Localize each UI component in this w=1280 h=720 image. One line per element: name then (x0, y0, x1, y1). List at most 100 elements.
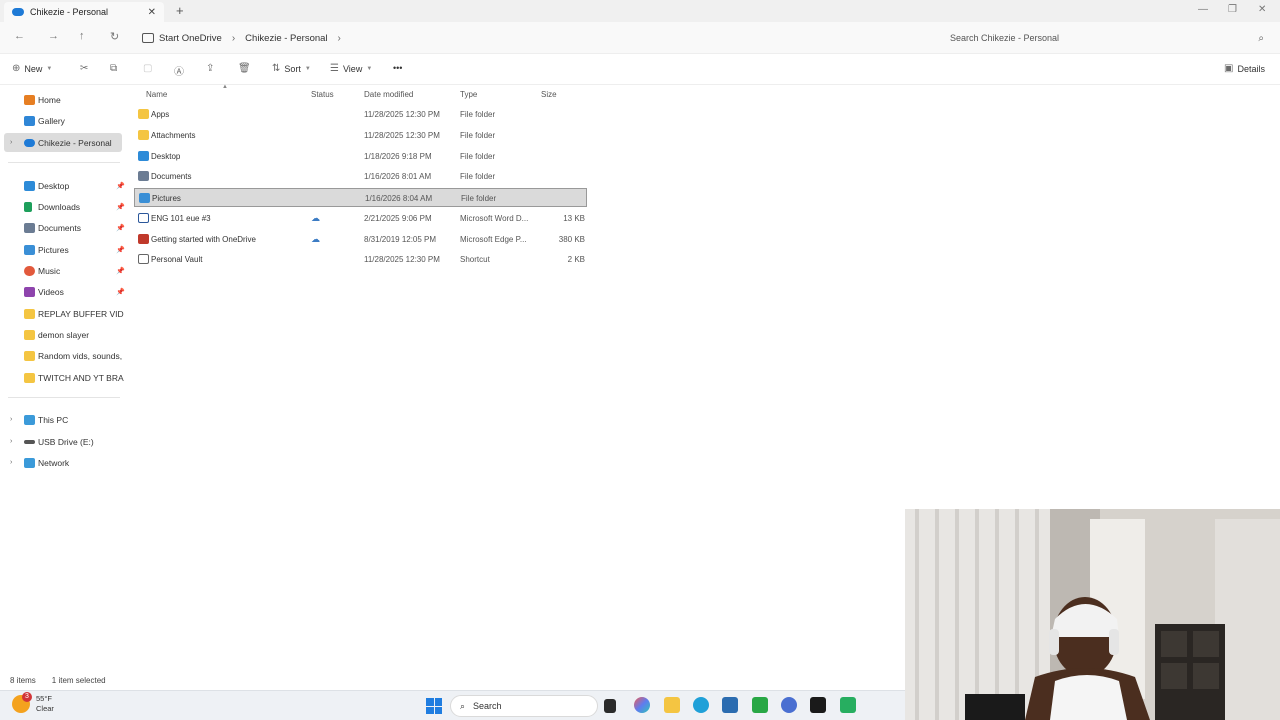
sidebar-item-random-vids[interactable]: Random vids, sounds, pi (4, 346, 124, 365)
minimize-button[interactable]: — (1198, 4, 1208, 15)
maximize-button[interactable]: ❐ (1228, 4, 1237, 15)
sidebar-item-documents[interactable]: Documents 📌 (4, 218, 125, 237)
sidebar-item-home[interactable]: Home (4, 90, 122, 109)
sidebar-item-network[interactable]: › Network (4, 453, 122, 472)
sidebar-item-chikezie-personal[interactable]: › Chikezie - Personal (4, 133, 122, 152)
table-row[interactable]: Getting started with OneDrive ☁ 8/31/201… (134, 230, 587, 249)
column-header-type[interactable]: Type (460, 90, 477, 99)
pin-icon[interactable]: 📌 (116, 182, 125, 190)
new-button[interactable]: ⊕ New ▼ (12, 63, 52, 74)
copy-icon[interactable]: ⧉ (110, 63, 117, 74)
table-row[interactable]: ENG 101 eue #3 ☁ 2/21/2025 9:06 PM Micro… (134, 209, 587, 228)
chevron-down-icon: ▼ (304, 65, 311, 72)
breadcrumb-chikezie-personal[interactable]: Chikezie - Personal (245, 33, 327, 44)
pc-icon (24, 414, 35, 425)
monitor-icon (142, 33, 154, 43)
downloads-icon (24, 201, 32, 212)
cut-icon[interactable]: ✂ (80, 63, 88, 74)
sidebar-item-label: REPLAY BUFFER VIDS (38, 308, 124, 319)
table-row[interactable]: Apps 11/28/2025 12:30 PM File folder (134, 105, 587, 124)
file-explorer-icon[interactable] (664, 697, 680, 713)
onedrive-cloud-icon (12, 8, 24, 16)
chevron-right-icon[interactable]: › (10, 139, 12, 146)
chevron-right-icon[interactable]: › (10, 438, 12, 445)
desktop-icon (138, 151, 149, 161)
documents-icon (138, 171, 149, 181)
column-header-size[interactable]: Size (541, 90, 557, 99)
delete-icon[interactable]: 🗑 (238, 63, 251, 74)
share-icon[interactable]: ⇪ (206, 63, 214, 74)
discord-icon[interactable] (840, 697, 856, 713)
file-name: Pictures (152, 194, 181, 203)
sidebar-item-label: Desktop (38, 180, 70, 191)
paste-icon[interactable]: ▢ (143, 63, 152, 74)
sidebar-item-this-pc[interactable]: › This PC (4, 410, 122, 429)
table-row[interactable]: Documents 1/16/2026 8:01 AM File folder (134, 167, 587, 186)
navigation-pane: Home Gallery › Chikezie - Personal Deskt… (0, 88, 128, 673)
documents-icon (24, 222, 35, 233)
pin-icon[interactable]: 📌 (116, 267, 125, 275)
sidebar-item-desktop[interactable]: Desktop 📌 (4, 176, 125, 195)
column-header-status[interactable]: Status (311, 90, 334, 99)
close-window-button[interactable]: ✕ (1258, 4, 1266, 15)
search-placeholder: Search Chikezie - Personal (950, 33, 1060, 43)
column-header-date[interactable]: Date modified (364, 90, 413, 99)
refresh-icon[interactable]: ↻ (110, 30, 119, 43)
sidebar-item-usb-drive[interactable]: › USB Drive (E:) (4, 432, 122, 451)
task-view-icon[interactable] (604, 699, 616, 713)
terminal-icon[interactable] (810, 697, 826, 713)
breadcrumb-chevron-icon[interactable]: › (232, 33, 235, 44)
sort-button[interactable]: ⇅ Sort ▼ (272, 63, 311, 74)
breadcrumb[interactable]: Start OneDrive › Chikezie - Personal › (134, 27, 934, 49)
back-arrow-icon[interactable]: ← (14, 30, 25, 42)
tab-chikezie-personal[interactable]: Chikezie - Personal ✕ (4, 2, 164, 22)
up-arrow-icon[interactable]: ↑ (79, 30, 85, 42)
start-button[interactable] (426, 698, 442, 714)
sidebar-item-twitch-and-yt-brand[interactable]: TWITCH AND YT BRAND (4, 368, 124, 387)
sidebar-item-downloads[interactable]: Downloads 📌 (4, 197, 125, 216)
breadcrumb-start-onedrive[interactable]: Start OneDrive (159, 33, 222, 44)
sidebar-item-pictures[interactable]: Pictures 📌 (4, 240, 125, 259)
file-list: Name ▲ Status Date modified Type Size Ap… (134, 84, 594, 276)
column-header-name[interactable]: Name (146, 90, 167, 99)
new-tab-button[interactable]: + (176, 3, 184, 18)
file-name: ENG 101 eue #3 (151, 214, 211, 223)
sidebar-item-demon-slayer[interactable]: demon slayer (4, 325, 122, 344)
more-options-button[interactable]: ••• (393, 63, 402, 73)
forward-arrow-icon[interactable]: → (48, 30, 59, 42)
file-name: Desktop (151, 152, 181, 161)
sidebar-item-replay-buffer-vids[interactable]: REPLAY BUFFER VIDS (4, 304, 124, 323)
chevron-right-icon[interactable]: › (10, 416, 12, 423)
chevron-right-icon[interactable]: › (10, 459, 12, 466)
file-date: 1/18/2026 9:18 PM (364, 152, 432, 161)
sidebar-item-videos[interactable]: Videos 📌 (4, 282, 125, 301)
weather-widget[interactable]: 3 55°F Clear (12, 692, 54, 714)
search-input[interactable]: Search Chikezie - Personal ⌕ (942, 27, 1272, 49)
app-icon[interactable] (781, 697, 797, 713)
tab-close-button[interactable]: ✕ (148, 7, 156, 18)
pin-icon[interactable]: 📌 (116, 246, 125, 254)
table-row[interactable]: Attachments 11/28/2025 12:30 PM File fol… (134, 126, 587, 145)
rename-icon[interactable]: Ⓐ (174, 63, 184, 78)
pin-icon[interactable]: 📌 (116, 288, 125, 296)
copilot-icon[interactable] (634, 697, 650, 713)
sidebar-item-gallery[interactable]: Gallery (4, 111, 122, 130)
file-name: Getting started with OneDrive (151, 235, 256, 244)
pin-icon[interactable]: 📌 (116, 224, 125, 232)
table-row[interactable]: Personal Vault 11/28/2025 12:30 PM Short… (134, 250, 587, 269)
details-button[interactable]: ▣ Details (1224, 63, 1265, 74)
file-name: Documents (151, 172, 192, 181)
pin-icon[interactable]: 📌 (116, 203, 125, 211)
pictures-icon (139, 193, 150, 203)
taskbar-search[interactable]: ⌕ Search (450, 695, 598, 717)
table-row[interactable]: Desktop 1/18/2026 9:18 PM File folder (134, 147, 587, 166)
edge-browser-icon[interactable] (693, 697, 709, 713)
sidebar-item-music[interactable]: Music 📌 (4, 261, 125, 280)
weather-sun-icon: 3 (12, 692, 32, 713)
store-icon[interactable] (722, 697, 738, 713)
sidebar-item-label: Downloads (38, 201, 81, 212)
breadcrumb-chevron-icon[interactable]: › (338, 33, 341, 44)
view-button[interactable]: ☰ View ▼ (330, 63, 372, 74)
table-row-selected[interactable]: Pictures 1/16/2026 8:04 AM File folder (134, 188, 587, 207)
xbox-icon[interactable] (752, 697, 768, 713)
